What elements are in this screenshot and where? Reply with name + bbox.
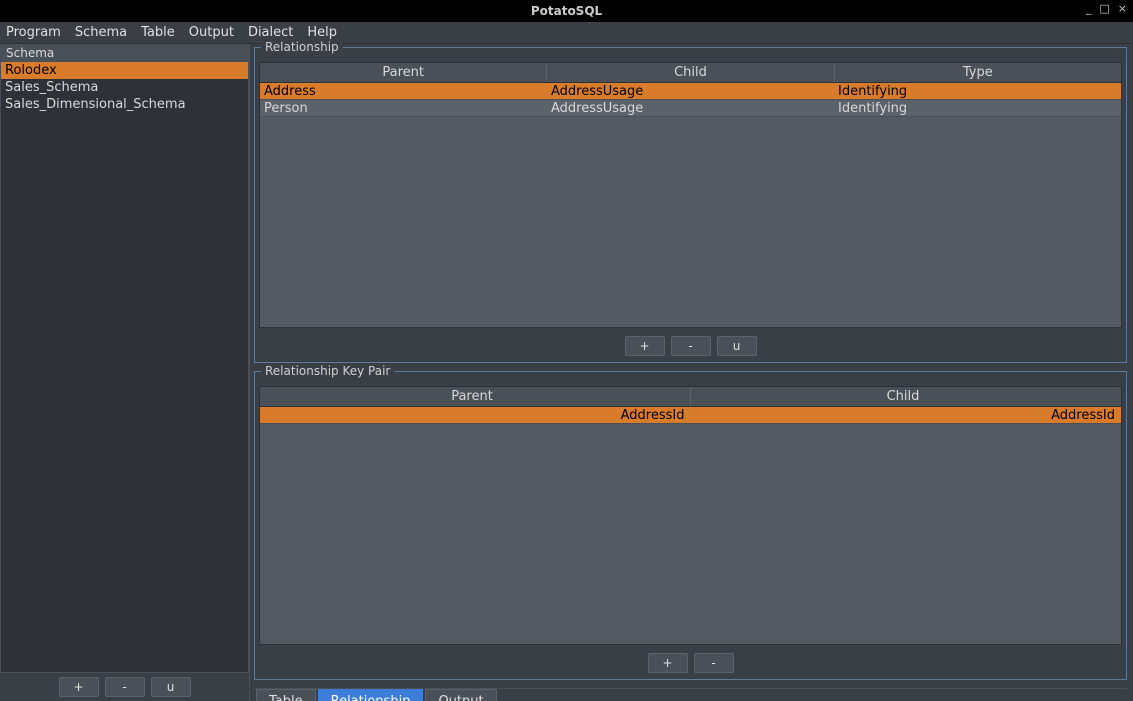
relationship-legend: Relationship [261, 40, 343, 54]
window-controls: _ □ × [1086, 3, 1127, 14]
tab-table[interactable]: Table [256, 689, 316, 701]
main-area: Relationship Parent Child Type Address A… [250, 44, 1133, 701]
keypair-table-body[interactable]: AddressId AddressId [260, 407, 1121, 644]
schema-update-button[interactable]: u [151, 677, 191, 697]
relationship-panel: Relationship Parent Child Type Address A… [254, 47, 1127, 363]
keypair-table-head: Parent Child [260, 387, 1121, 407]
menubar: Program Schema Table Output Dialect Help [0, 22, 1133, 44]
col-parent[interactable]: Parent [260, 63, 547, 82]
relationship-row[interactable]: Person AddressUsage Identifying [260, 100, 1121, 117]
col-child[interactable]: Child [691, 387, 1121, 406]
keypair-add-button[interactable]: + [648, 653, 688, 673]
relationship-table-body[interactable]: Address AddressUsage Identifying Person … [260, 83, 1121, 327]
col-type[interactable]: Type [835, 63, 1121, 82]
menu-help[interactable]: Help [307, 25, 337, 40]
relationship-add-button[interactable]: + [625, 336, 665, 356]
maximize-icon[interactable]: □ [1099, 3, 1109, 14]
schema-sidebar: Schema Rolodex Sales_Schema Sales_Dimens… [0, 44, 250, 701]
keypair-legend: Relationship Key Pair [261, 364, 394, 378]
keypair-panel: Relationship Key Pair Parent Child Addre… [254, 371, 1127, 680]
relationship-remove-button[interactable]: - [671, 336, 711, 356]
tab-relationship[interactable]: Relationship [318, 689, 424, 701]
relationship-table-head: Parent Child Type [260, 63, 1121, 83]
workspace: Schema Rolodex Sales_Schema Sales_Dimens… [0, 44, 1133, 701]
schema-add-button[interactable]: + [59, 677, 99, 697]
window-titlebar: PotatoSQL _ □ × [0, 0, 1133, 22]
menu-output[interactable]: Output [189, 25, 234, 40]
schema-item-rolodex[interactable]: Rolodex [1, 62, 248, 79]
close-icon[interactable]: × [1118, 3, 1127, 14]
keypair-empty [260, 424, 1121, 644]
schema-remove-button[interactable]: - [105, 677, 145, 697]
relationship-empty [260, 117, 1121, 327]
schema-list[interactable]: Rolodex Sales_Schema Sales_Dimensional_S… [0, 61, 249, 673]
keypair-row[interactable]: AddressId AddressId [260, 407, 1121, 424]
relationship-update-button[interactable]: u [717, 336, 757, 356]
schema-buttons: + - u [0, 673, 249, 701]
menu-table[interactable]: Table [141, 25, 175, 40]
schema-item-sales[interactable]: Sales_Schema [1, 79, 248, 96]
menu-dialect[interactable]: Dialect [248, 25, 293, 40]
tab-output[interactable]: Output [425, 689, 496, 701]
minimize-icon[interactable]: _ [1086, 3, 1092, 14]
keypair-table: Parent Child AddressId AddressId [259, 386, 1122, 645]
col-parent[interactable]: Parent [260, 387, 691, 406]
relationship-row[interactable]: Address AddressUsage Identifying [260, 83, 1121, 100]
schema-item-sales-dim[interactable]: Sales_Dimensional_Schema [1, 96, 248, 113]
keypair-buttons: + - [255, 649, 1126, 679]
bottom-tabs: Table Relationship Output [254, 688, 1127, 701]
keypair-remove-button[interactable]: - [694, 653, 734, 673]
schema-header: Schema [0, 44, 249, 61]
menu-program[interactable]: Program [6, 25, 61, 40]
col-child[interactable]: Child [547, 63, 834, 82]
window-title: PotatoSQL [531, 4, 602, 18]
relationship-table: Parent Child Type Address AddressUsage I… [259, 62, 1122, 328]
menu-schema[interactable]: Schema [75, 25, 127, 40]
relationship-buttons: + - u [255, 332, 1126, 362]
